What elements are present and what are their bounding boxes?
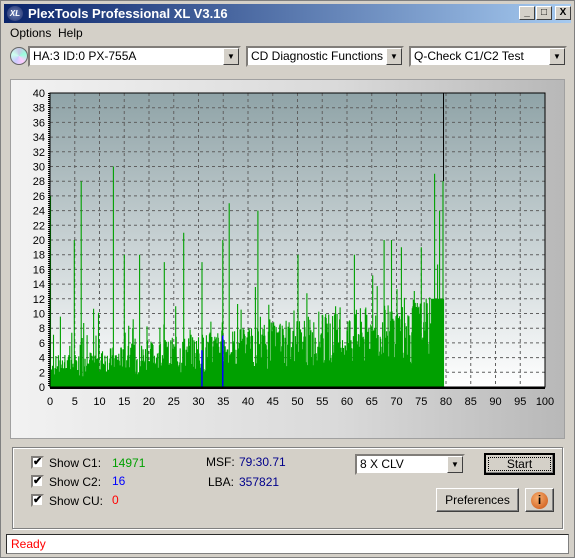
x-tick-label: 0 xyxy=(47,396,53,408)
x-tick-label: 15 xyxy=(118,396,130,408)
x-tick-label: 60 xyxy=(341,396,353,408)
x-tick-label: 75 xyxy=(415,396,427,408)
x-tick-label: 10 xyxy=(93,396,105,408)
show-cu-label: Show CU: xyxy=(49,494,104,508)
y-tick-label: 10 xyxy=(33,309,45,321)
y-tick-label: 12 xyxy=(33,294,45,306)
msf-value: 79:30.71 xyxy=(239,455,286,469)
chevron-down-icon[interactable]: ▼ xyxy=(447,456,463,473)
info-button[interactable]: i xyxy=(525,488,554,512)
y-tick-label: 24 xyxy=(33,206,45,218)
x-tick-label: 5 xyxy=(72,396,78,408)
y-tick-label: 18 xyxy=(33,250,45,262)
c1-value: 14971 xyxy=(112,456,146,470)
lba-label: LBA: xyxy=(208,475,235,489)
show-c2-checkbox[interactable]: ✔ xyxy=(31,475,44,488)
c1-c2-chart: 02468101214161820222426283032343638400 5 1… xyxy=(33,88,554,408)
y-tick-label: 6 xyxy=(39,338,45,350)
y-tick-label: 20 xyxy=(33,235,45,247)
show-cu-checkbox[interactable]: ✔ xyxy=(31,494,44,507)
show-c2-label: Show C2: xyxy=(49,475,102,489)
y-tick-label: 30 xyxy=(33,162,45,174)
msf-label: MSF: xyxy=(206,455,235,469)
show-c1-label: Show C1: xyxy=(49,456,102,470)
x-tick-label: 100 xyxy=(536,396,554,408)
speed-select[interactable]: 8 X CLV ▼ xyxy=(355,454,465,475)
y-tick-label: 22 xyxy=(33,220,45,232)
x-tick-label: 95 xyxy=(514,396,526,408)
x-tick-label: 65 xyxy=(366,396,378,408)
cu-value: 0 xyxy=(112,493,119,507)
x-tick-label: 80 xyxy=(440,396,452,408)
start-button[interactable]: Start xyxy=(484,453,555,475)
y-tick-label: 34 xyxy=(33,132,45,144)
preferences-button[interactable]: Preferences xyxy=(436,488,519,512)
x-tick-label: 90 xyxy=(489,396,501,408)
y-tick-label: 2 xyxy=(39,367,45,379)
y-tick-label: 8 xyxy=(39,323,45,335)
y-tick-label: 36 xyxy=(33,117,45,129)
y-tick-label: 16 xyxy=(33,264,45,276)
x-tick-label: 70 xyxy=(390,396,402,408)
x-tick-label: 20 xyxy=(143,396,155,408)
y-tick-label: 38 xyxy=(33,103,45,115)
x-tick-label: 55 xyxy=(316,396,328,408)
y-tick-label: 0 xyxy=(39,382,45,394)
x-tick-label: 45 xyxy=(267,396,279,408)
speed-value: 8 X CLV xyxy=(360,457,404,471)
show-c1-checkbox[interactable]: ✔ xyxy=(31,456,44,469)
y-tick-label: 28 xyxy=(33,176,45,188)
x-tick-label: 50 xyxy=(291,396,303,408)
x-tick-label: 40 xyxy=(242,396,254,408)
x-tick-label: 35 xyxy=(217,396,229,408)
y-tick-label: 40 xyxy=(33,88,45,100)
lba-value: 357821 xyxy=(239,475,280,489)
status-bar: Ready xyxy=(6,534,569,554)
y-tick-label: 32 xyxy=(33,147,45,159)
app-window: XL PlexTools Professional XL V3.16 _ □ X… xyxy=(0,0,575,558)
x-tick-label: 25 xyxy=(168,396,180,408)
c2-value: 16 xyxy=(112,474,126,488)
x-tick-label: 30 xyxy=(192,396,204,408)
y-tick-label: 4 xyxy=(39,353,45,365)
y-tick-label: 26 xyxy=(33,191,45,203)
results-group: ✔ Show C1: 14971 ✔ Show C2: 16 ✔ Show CU… xyxy=(12,447,563,529)
y-tick-label: 14 xyxy=(33,279,45,291)
x-tick-label: 85 xyxy=(465,396,477,408)
info-icon: i xyxy=(531,492,548,509)
